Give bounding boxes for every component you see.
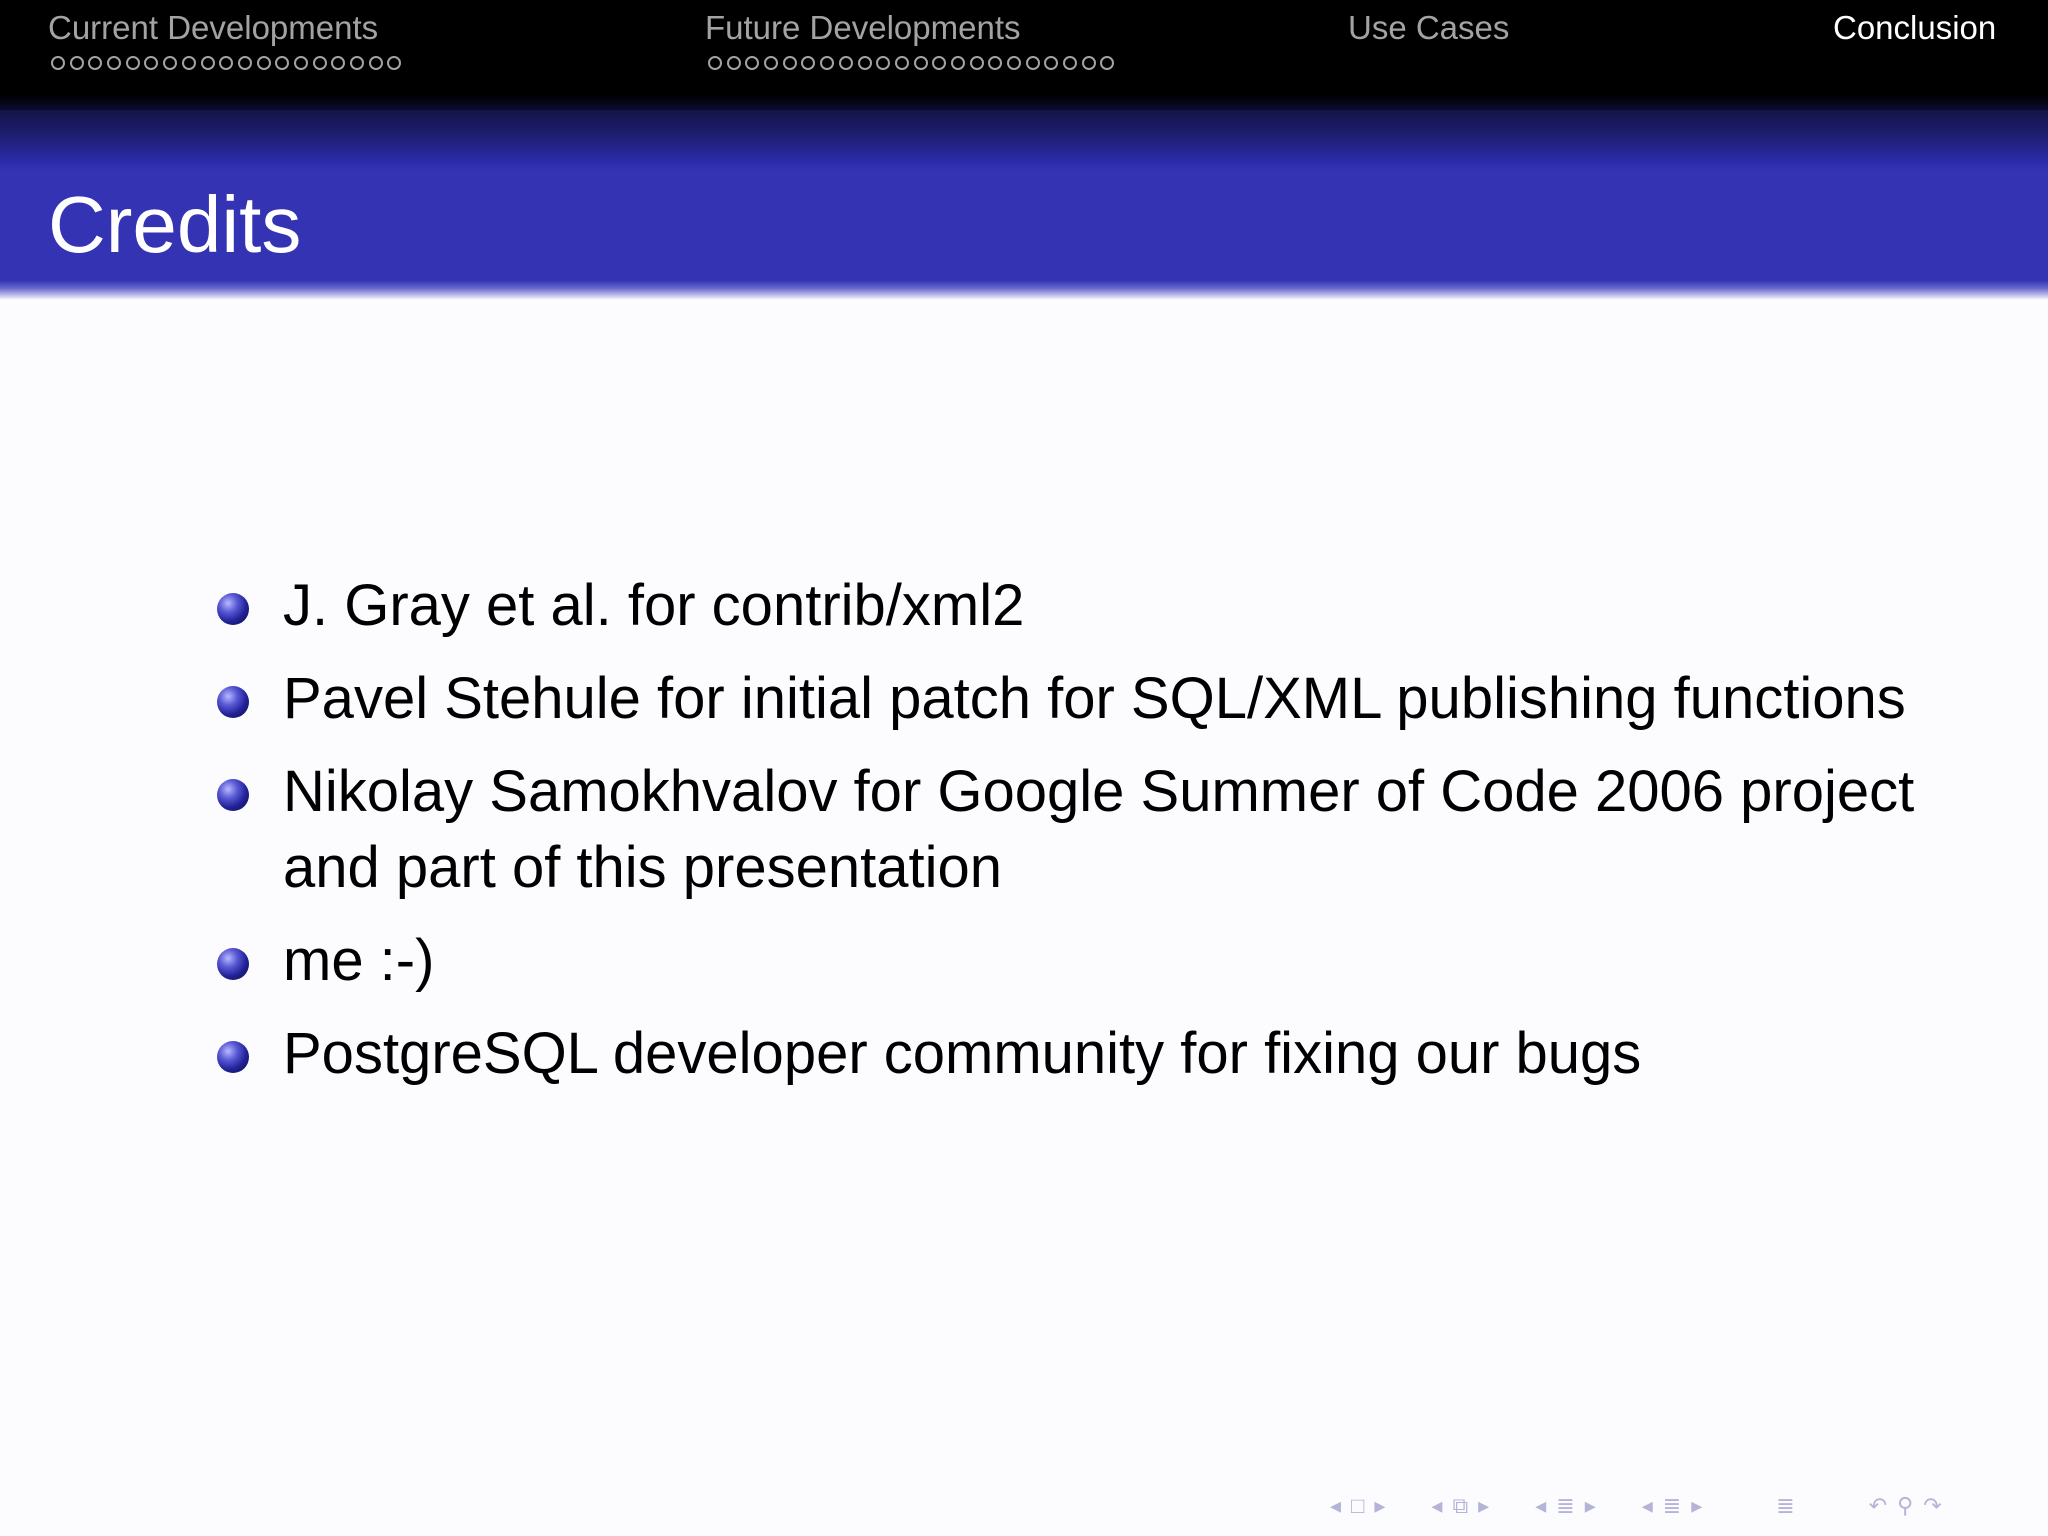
arrow-left-icon[interactable]: ◂ [1642, 1493, 1653, 1519]
slide-dot[interactable] [256, 56, 271, 70]
list-item-text: Nikolay Samokhvalov for Google Summer of… [283, 759, 1915, 900]
nav-section-current-developments[interactable]: Current Developments [48, 8, 402, 70]
slide-dot[interactable] [293, 56, 308, 70]
slide-dot[interactable] [237, 56, 252, 70]
slide-dot[interactable] [1025, 56, 1040, 70]
slide-dot[interactable] [51, 56, 65, 70]
align-icon[interactable]: ≣ [1776, 1493, 1794, 1519]
nav-section-label[interactable]: Use Cases [1348, 8, 1509, 48]
arrow-right-icon[interactable]: ▸ [1691, 1493, 1702, 1519]
slide-dot[interactable] [801, 56, 816, 70]
credits-list: J. Gray et al. for contrib/xml2 Pavel St… [215, 568, 1915, 1092]
bullet-icon [217, 948, 249, 980]
list-item: me :-) [215, 923, 1915, 999]
bullet-icon [217, 1041, 249, 1073]
slide-dot[interactable] [144, 56, 159, 70]
nav-section-future-developments[interactable]: Future Developments [705, 8, 1115, 70]
slide-dot[interactable] [708, 56, 722, 70]
slide-dot[interactable] [857, 56, 872, 70]
nav-section-label[interactable]: Future Developments [705, 8, 1114, 48]
slide-dot[interactable] [69, 56, 84, 70]
list-item-text: me :-) [283, 928, 435, 993]
slide-dot[interactable] [1063, 56, 1078, 70]
slide-dot[interactable] [1100, 56, 1115, 70]
slide-dot[interactable] [350, 56, 364, 70]
slide-dot[interactable] [876, 56, 891, 70]
slide-dot[interactable] [107, 56, 122, 70]
section-icon[interactable]: ≣ [1663, 1493, 1681, 1519]
arrow-left-icon[interactable]: ◂ [1535, 1493, 1546, 1519]
forward-icon[interactable]: ↷ [1923, 1493, 1941, 1519]
slide-dot[interactable] [331, 56, 346, 70]
slide-dot[interactable] [894, 56, 909, 70]
navigation-header: Current Developments Future Developments… [0, 0, 2048, 110]
section-icon[interactable]: ≣ [1556, 1493, 1574, 1519]
slide-dot[interactable] [312, 56, 327, 70]
arrow-right-icon[interactable]: ▸ [1478, 1493, 1489, 1519]
arrow-right-icon[interactable]: ▸ [1585, 1493, 1596, 1519]
nav-section-label[interactable]: Current Developments [48, 8, 401, 48]
slide-dot[interactable] [219, 56, 234, 70]
slide-dot[interactable] [764, 56, 779, 70]
slide-dot[interactable] [181, 56, 196, 70]
frame-icon[interactable]: □ [1351, 1493, 1364, 1519]
list-item: PostgreSQL developer community for fixin… [215, 1016, 1915, 1092]
slide-dot[interactable] [275, 56, 290, 70]
slide-dot[interactable] [368, 56, 383, 70]
slide-dots [708, 56, 1115, 70]
slide-dot[interactable] [726, 56, 741, 70]
nav-section-label[interactable]: Conclusion [1833, 8, 1996, 48]
slide-dot[interactable] [820, 56, 835, 70]
slide-dot[interactable] [163, 56, 178, 70]
list-item-text: PostgreSQL developer community for fixin… [283, 1021, 1642, 1086]
slide-dot[interactable] [200, 56, 215, 70]
slide-dot[interactable] [969, 56, 984, 70]
slide-dot[interactable] [387, 56, 402, 70]
slide-dot[interactable] [125, 56, 140, 70]
slide-dot[interactable] [745, 56, 760, 70]
arrow-left-icon[interactable]: ◂ [1330, 1493, 1341, 1519]
arrow-right-icon[interactable]: ▸ [1374, 1493, 1385, 1519]
bullet-icon [217, 686, 249, 718]
arrow-left-icon[interactable]: ◂ [1431, 1493, 1442, 1519]
frame-title: Credits [48, 180, 302, 269]
slide-dot[interactable] [88, 56, 103, 70]
list-item: Nikolay Samokhvalov for Google Summer of… [215, 754, 1915, 906]
bullet-icon [217, 593, 249, 625]
slide-dot[interactable] [950, 56, 965, 70]
slide-dot[interactable] [1081, 56, 1096, 70]
nav-section-use-cases[interactable]: Use Cases [1348, 8, 1509, 48]
nav-section-conclusion[interactable]: Conclusion [1833, 8, 1996, 48]
slide-dot[interactable] [988, 56, 1003, 70]
navigation-symbols: ◂ □ ▸ ◂ ⧉ ▸ ◂ ≣ ▸ ◂ ≣ ▸ ≣ ↶ ⚲ ↷ [1330, 1488, 2030, 1524]
slide-content: J. Gray et al. for contrib/xml2 Pavel St… [215, 568, 1915, 1109]
slide-dot[interactable] [782, 56, 797, 70]
slide-dot[interactable] [1007, 56, 1021, 70]
list-item: Pavel Stehule for initial patch for SQL/… [215, 661, 1915, 737]
slide-dot[interactable] [1044, 56, 1059, 70]
slide-dot[interactable] [932, 56, 947, 70]
list-item: J. Gray et al. for contrib/xml2 [215, 568, 1915, 644]
slide-dots [51, 56, 402, 70]
bullet-icon [217, 779, 249, 811]
title-band: Credits [0, 110, 2048, 300]
slide-dot[interactable] [913, 56, 928, 70]
list-item-text: J. Gray et al. for contrib/xml2 [283, 573, 1025, 638]
list-item-text: Pavel Stehule for initial patch for SQL/… [283, 666, 1906, 731]
search-icon[interactable]: ⚲ [1897, 1493, 1913, 1519]
subsection-icon[interactable]: ⧉ [1452, 1493, 1468, 1519]
back-icon[interactable]: ↶ [1869, 1493, 1887, 1519]
slide-dot[interactable] [838, 56, 853, 70]
